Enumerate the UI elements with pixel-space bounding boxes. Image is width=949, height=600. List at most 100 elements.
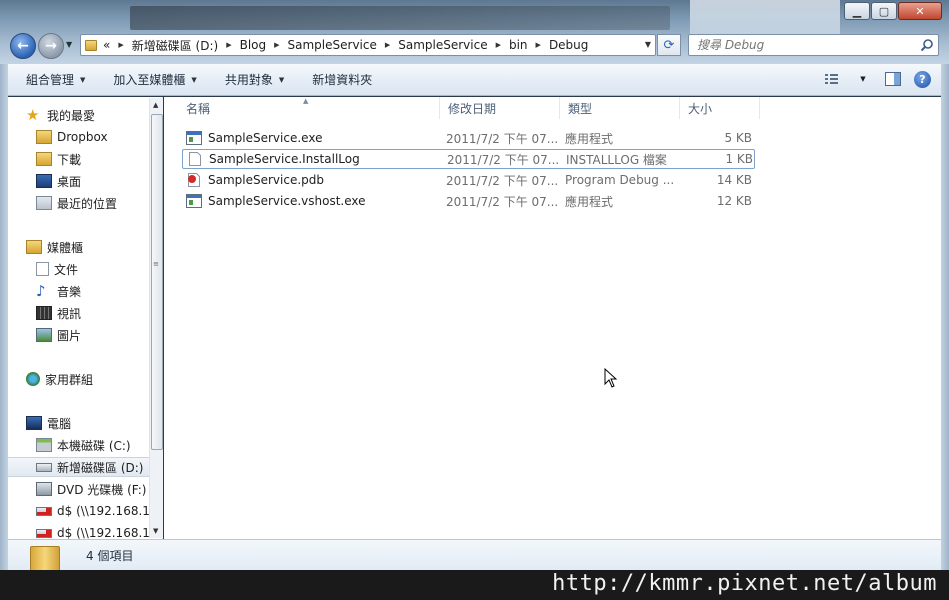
nav-videos[interactable]: 視訊 [36, 303, 81, 323]
breadcrumb-separator-icon[interactable]: ▶ [274, 41, 279, 49]
nav-drive-c[interactable]: 本機磁碟 (C:) [36, 435, 131, 455]
nav-documents[interactable]: 文件 [36, 259, 78, 279]
nav-libraries[interactable]: 媒體櫃 [26, 237, 83, 257]
homegroup-icon [26, 372, 40, 386]
view-controls: ▼ ? [824, 70, 931, 88]
search-icon[interactable] [920, 38, 934, 52]
dvd-drive-icon [36, 482, 52, 496]
close-button[interactable]: ✕ [898, 2, 942, 20]
organize-button[interactable]: 組合管理 ▼ [8, 64, 95, 95]
music-icon: ♪ [36, 282, 46, 300]
address-overflow[interactable]: « [103, 38, 110, 52]
watermark-text: http://kmmr.pixnet.net/album [552, 571, 937, 596]
nav-pictures[interactable]: 圖片 [36, 325, 81, 345]
column-type-label: 類型 [568, 101, 593, 116]
exe-file-icon [186, 194, 202, 208]
nav-desktop[interactable]: 桌面 [36, 171, 81, 191]
breadcrumb-sampleservice-2[interactable]: SampleService [398, 38, 487, 52]
nav-music-label: 音樂 [57, 284, 82, 299]
column-header-type[interactable]: 類型 [560, 97, 680, 119]
nav-dropbox[interactable]: Dropbox [36, 127, 108, 147]
nav-network-drive-2[interactable]: d$ (\\192.168.1. [36, 523, 154, 539]
mouse-pointer-icon [604, 368, 618, 388]
scroll-grip-icon: ≡ [153, 260, 159, 268]
scroll-up-icon[interactable]: ▲ [153, 101, 158, 109]
column-header-size[interactable]: 大小 [680, 97, 760, 119]
view-options-dropdown[interactable]: ▼ [854, 70, 872, 88]
breadcrumb-blog[interactable]: Blog [240, 38, 267, 52]
nav-downloads[interactable]: 下載 [36, 149, 81, 169]
maximize-button[interactable]: ▢ [871, 2, 897, 20]
file-name: SampleService.pdb [208, 173, 325, 187]
video-icon [36, 306, 52, 320]
nav-favorites[interactable]: ★ 我的最愛 [26, 105, 95, 125]
address-bar[interactable]: « ▶ 新增磁碟區 (D:) ▶ Blog ▶ SampleService ▶ … [80, 34, 656, 56]
file-type: 應用程式 [565, 194, 614, 209]
preview-pane-button[interactable] [884, 70, 902, 88]
nav-homegroup-label: 家用群組 [45, 372, 94, 387]
nav-drive-d[interactable]: 新增磁碟區 (D:) [8, 457, 150, 477]
breadcrumb-bin[interactable]: bin [509, 38, 528, 52]
file-type: INSTALLLOG 檔案 [566, 152, 667, 167]
navpane-scrollbar[interactable]: ▲ ≡ ▼ [149, 98, 163, 538]
scroll-down-icon[interactable]: ▼ [153, 527, 158, 535]
file-name: SampleService.InstallLog [209, 152, 360, 166]
window-controls: ▁ ▢ ✕ [844, 2, 942, 20]
nav-drive-f[interactable]: DVD 光碟機 (F:) ( [36, 479, 155, 499]
system-drive-icon [36, 438, 52, 452]
file-date: 2011/7/2 下午 07... [447, 152, 560, 167]
search-input[interactable] [697, 38, 897, 52]
breadcrumb-separator-icon[interactable]: ▶ [226, 41, 231, 49]
include-in-library-button[interactable]: 加入至媒體櫃 ▼ [95, 64, 206, 95]
refresh-button[interactable]: ⟳ [657, 34, 681, 56]
background-window-right [690, 0, 840, 34]
recent-pages-dropdown[interactable]: ▼ [66, 40, 72, 49]
file-row[interactable]: SampleService.exe 2011/7/2 下午 07... 應用程式… [182, 128, 755, 148]
nav-homegroup[interactable]: 家用群組 [26, 369, 93, 389]
text-file-icon [189, 152, 201, 166]
scroll-thumb[interactable] [151, 114, 163, 450]
maximize-icon: ▢ [878, 4, 890, 18]
back-button[interactable]: ← [10, 33, 36, 59]
nav-drive-d-label: 新增磁碟區 (D:) [57, 460, 144, 475]
forward-button[interactable]: → [38, 33, 64, 59]
help-icon[interactable]: ? [914, 70, 931, 88]
file-row-selected[interactable]: SampleService.InstallLog 2011/7/2 下午 07.… [182, 149, 755, 169]
nav-music[interactable]: ♪ 音樂 [36, 281, 81, 301]
breadcrumb-sampleservice[interactable]: SampleService [288, 38, 377, 52]
file-size: 1 KB [725, 152, 753, 166]
nav-drive-f-label: DVD 光碟機 (F:) ( [57, 482, 155, 497]
share-with-button[interactable]: 共用對象 ▼ [207, 64, 294, 95]
minimize-button[interactable]: ▁ [844, 2, 870, 20]
nav-computer-label: 電腦 [47, 416, 72, 431]
nav-recent-label: 最近的位置 [57, 196, 118, 211]
preview-pane-icon [885, 72, 901, 86]
hard-drive-icon [36, 462, 52, 472]
file-row[interactable]: SampleService.vshost.exe 2011/7/2 下午 07.… [182, 191, 755, 211]
file-date: 2011/7/2 下午 07... [446, 194, 559, 209]
search-box[interactable] [688, 34, 939, 56]
minimize-icon: ▁ [852, 4, 862, 18]
file-type: Program Debug ... [565, 173, 675, 187]
breadcrumb-separator-icon[interactable]: ▶ [496, 41, 501, 49]
nav-network-drive-1[interactable]: d$ (\\192.168.1. [36, 501, 154, 521]
breadcrumb-separator-icon[interactable]: ▶ [118, 41, 123, 49]
file-row[interactable]: SampleService.pdb 2011/7/2 下午 07... Prog… [182, 170, 755, 190]
file-name: SampleService.exe [208, 131, 323, 145]
nav-computer[interactable]: 電腦 [26, 413, 71, 433]
file-type: 應用程式 [565, 131, 614, 146]
chevron-down-icon: ▼ [278, 75, 285, 84]
nav-recent-places[interactable]: 最近的位置 [36, 193, 117, 213]
breadcrumb-separator-icon[interactable]: ▶ [385, 41, 390, 49]
address-dropdown-icon[interactable]: ▼ [645, 40, 651, 49]
column-date-label: 修改日期 [448, 101, 497, 116]
column-header-date[interactable]: 修改日期 [440, 97, 560, 119]
libraries-icon [26, 240, 42, 254]
breadcrumb-debug[interactable]: Debug [549, 38, 588, 52]
breadcrumb-separator-icon[interactable]: ▶ [536, 41, 541, 49]
breadcrumb-drive[interactable]: 新增磁碟區 (D:) [132, 37, 218, 54]
change-view-button[interactable] [824, 70, 842, 88]
new-folder-button[interactable]: 新增資料夾 [294, 64, 382, 95]
window-border-right [941, 64, 949, 570]
column-header-name[interactable]: 名稱 [178, 97, 440, 119]
